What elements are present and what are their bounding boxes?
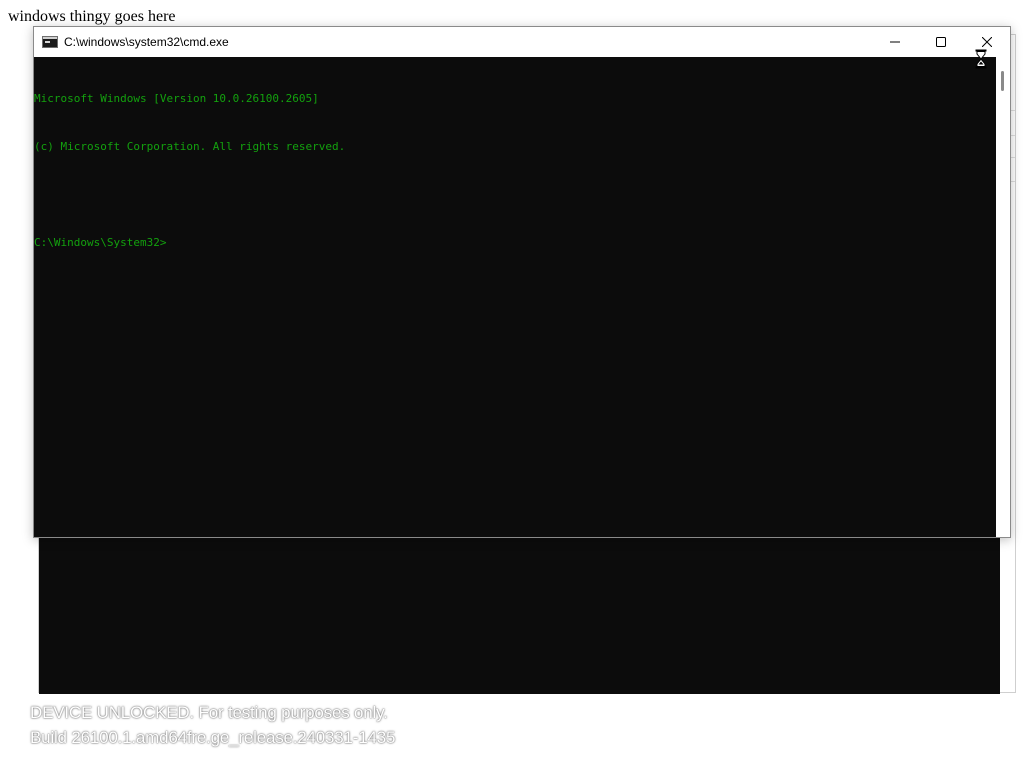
console-line: (c) Microsoft Corporation. All rights re…	[34, 140, 346, 153]
window-controls	[872, 27, 1010, 57]
watermark: DEVICE UNLOCKED. For testing purposes on…	[30, 700, 395, 750]
scrollbar-thumb[interactable]	[1001, 71, 1004, 91]
console-output[interactable]: Microsoft Windows [Version 10.0.26100.26…	[34, 57, 996, 537]
minimize-button[interactable]	[872, 27, 918, 57]
minimize-icon	[890, 41, 900, 43]
window-title: C:\windows\system32\cmd.exe	[64, 35, 229, 49]
close-button[interactable]	[964, 27, 1010, 57]
close-icon	[982, 37, 992, 47]
background-window-console-area	[39, 535, 1000, 694]
console-prompt[interactable]: C:\Windows\System32>	[34, 235, 996, 251]
cmd-window[interactable]: C:\windows\system32\cmd.exe Microsoft Wi…	[33, 26, 1011, 538]
maximize-icon	[936, 37, 946, 47]
console-line: Microsoft Windows [Version 10.0.26100.26…	[34, 92, 319, 105]
page-heading: windows thingy goes here	[8, 8, 176, 25]
watermark-line-2: Build 26100.1.amd64fre.ge_release.240331…	[30, 728, 396, 747]
hourglass-busy-cursor-icon	[975, 49, 987, 69]
title-bar[interactable]: C:\windows\system32\cmd.exe	[34, 27, 1010, 57]
maximize-button[interactable]	[918, 27, 964, 57]
watermark-line-1: DEVICE UNLOCKED. For testing purposes on…	[30, 703, 388, 722]
vertical-scrollbar[interactable]	[996, 57, 1010, 537]
console-icon	[42, 36, 58, 48]
